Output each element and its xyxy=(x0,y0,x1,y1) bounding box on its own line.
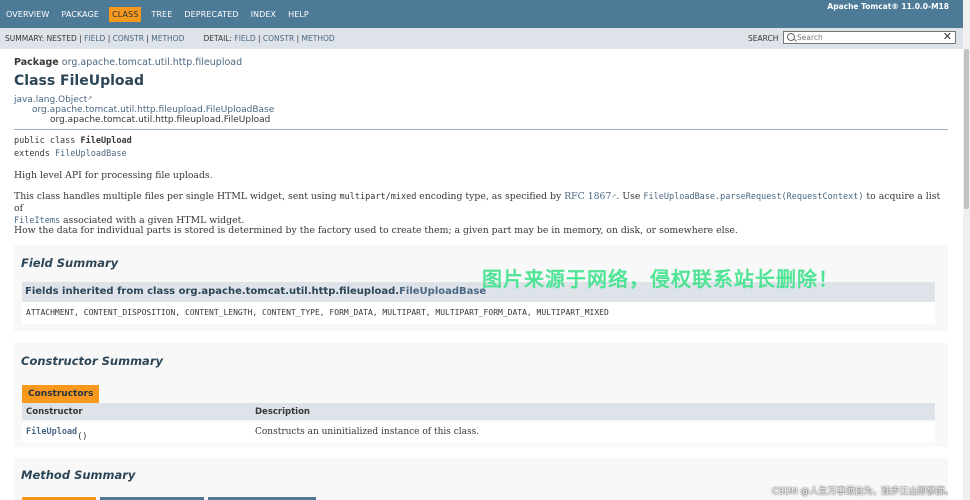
col-description: Description xyxy=(255,407,310,417)
top-nav-menu: OVERVIEW PACKAGE CLASS TREE DEPRECATED I… xyxy=(4,0,319,28)
fileupload-constructor-link[interactable]: FileUpload xyxy=(26,427,77,437)
detail-constr-link[interactable]: CONSTR xyxy=(263,34,294,43)
separator: | xyxy=(296,34,300,43)
summary-method-link[interactable]: METHOD xyxy=(151,34,184,43)
constructors-tab: Constructors xyxy=(22,385,100,403)
text: encoding type, as specified by xyxy=(416,191,565,202)
vertical-scrollbar[interactable] xyxy=(963,0,970,500)
search-icon xyxy=(787,33,795,41)
constructor-summary-heading: Constructor Summary xyxy=(21,354,163,368)
sub-nav-bar: SUMMARY: NESTED | FIELD | CONSTR | METHO… xyxy=(0,28,963,49)
constructor-table-header: Constructor Description xyxy=(22,403,935,420)
detail-label: DETAIL: xyxy=(203,34,232,43)
inheritance-current: org.apache.tomcat.util.http.fileupload.F… xyxy=(50,115,271,125)
declaration-modifiers: public class xyxy=(14,136,81,146)
package-label: Package xyxy=(14,57,59,68)
text: . Use xyxy=(616,191,644,202)
separator: | xyxy=(107,34,111,43)
reset-search-icon[interactable]: ✕ xyxy=(943,30,952,44)
divider xyxy=(14,129,948,130)
search-input[interactable] xyxy=(797,32,937,43)
table-row: FileUpload() Constructs an uninitialized… xyxy=(22,422,935,442)
package-link[interactable]: org.apache.tomcat.util.http.fileupload xyxy=(62,57,242,68)
class-extends: extends FileUploadBase xyxy=(14,149,127,159)
constructor-description: Constructs an uninitialized instance of … xyxy=(255,427,480,437)
declaration-class-name: FileUpload xyxy=(80,136,132,146)
about-language: Apache Tomcat® 11.0.0-M18 xyxy=(827,2,949,11)
csdn-credit: CSDN @人生万事须自为，跬步江山即寥廓。 xyxy=(772,487,954,497)
extends-keyword: extends xyxy=(14,149,55,159)
java-lang-object-link[interactable]: java.lang.Object xyxy=(14,95,87,105)
text: This class handles multiple files per si… xyxy=(14,191,340,202)
summary-constr-link[interactable]: CONSTR xyxy=(113,34,144,43)
watermark-text: 图片来源于网络，侵权联系站长删除！ xyxy=(482,267,839,291)
separator: | xyxy=(146,34,149,43)
nav-package[interactable]: PACKAGE xyxy=(59,7,101,22)
method-summary-heading: Method Summary xyxy=(21,468,136,482)
package-line: Package org.apache.tomcat.util.http.file… xyxy=(14,57,242,68)
nav-overview[interactable]: OVERVIEW xyxy=(4,7,51,22)
constructor-parens: () xyxy=(77,432,88,442)
inheritance-root: java.lang.Object↗ xyxy=(14,95,92,105)
field-summary-heading: Field Summary xyxy=(21,256,119,270)
summary-field-link[interactable]: FIELD xyxy=(84,34,105,43)
nav-help[interactable]: HELP xyxy=(286,7,311,22)
constructor-signature: FileUpload() xyxy=(26,427,87,442)
top-nav-bar: OVERVIEW PACKAGE CLASS TREE DEPRECATED I… xyxy=(0,0,963,28)
inherited-fileuploadbase-link[interactable]: FileUploadBase xyxy=(399,286,486,297)
inherited-prefix: Fields inherited from class org.apache.t… xyxy=(25,286,400,297)
parse-request-link[interactable]: FileUploadBase.parseRequest(RequestConte… xyxy=(643,192,863,202)
code-multipart-mixed: multipart/mixed xyxy=(339,192,417,202)
nav-tree[interactable]: TREE xyxy=(149,7,174,22)
description-paragraph-1: High level API for processing file uploa… xyxy=(14,170,213,181)
nav-class: CLASS xyxy=(109,6,142,22)
col-constructor: Constructor xyxy=(26,407,83,417)
description-paragraph-3: How the data for individual parts is sto… xyxy=(14,225,738,236)
external-link-icon: ↗ xyxy=(87,95,93,102)
detail-method-link[interactable]: METHOD xyxy=(302,34,335,43)
summary-detail-links: SUMMARY: NESTED | FIELD | CONSTR | METHO… xyxy=(5,34,335,43)
nav-deprecated[interactable]: DEPRECATED xyxy=(182,7,240,22)
extends-fileuploadbase-link[interactable]: FileUploadBase xyxy=(55,149,127,159)
nav-index[interactable]: INDEX xyxy=(249,7,279,22)
inheritance-parent: org.apache.tomcat.util.http.fileupload.F… xyxy=(32,105,274,115)
detail-field-link[interactable]: FIELD xyxy=(234,34,255,43)
separator: | xyxy=(258,34,261,43)
description-paragraph-2: This class handles multiple files per si… xyxy=(14,191,944,227)
constructor-summary-section: Constructor Summary Constructors Constru… xyxy=(14,343,948,447)
summary-nested: NESTED xyxy=(46,34,77,43)
inherited-fields-list[interactable]: ATTACHMENT, CONTENT_DISPOSITION, CONTENT… xyxy=(22,302,935,324)
search-label: SEARCH xyxy=(748,34,779,43)
search-box[interactable]: ✕ xyxy=(783,30,956,44)
rfc-1867-link[interactable]: RFC 1867 xyxy=(564,191,611,202)
scrollbar-thumb[interactable] xyxy=(964,49,969,209)
class-declaration: public class FileUpload xyxy=(14,136,132,146)
summary-label: SUMMARY: xyxy=(5,34,45,43)
fileuploadbase-link[interactable]: org.apache.tomcat.util.http.fileupload.F… xyxy=(32,105,274,115)
separator: | xyxy=(79,34,82,43)
page-title: Class FileUpload xyxy=(14,73,144,89)
